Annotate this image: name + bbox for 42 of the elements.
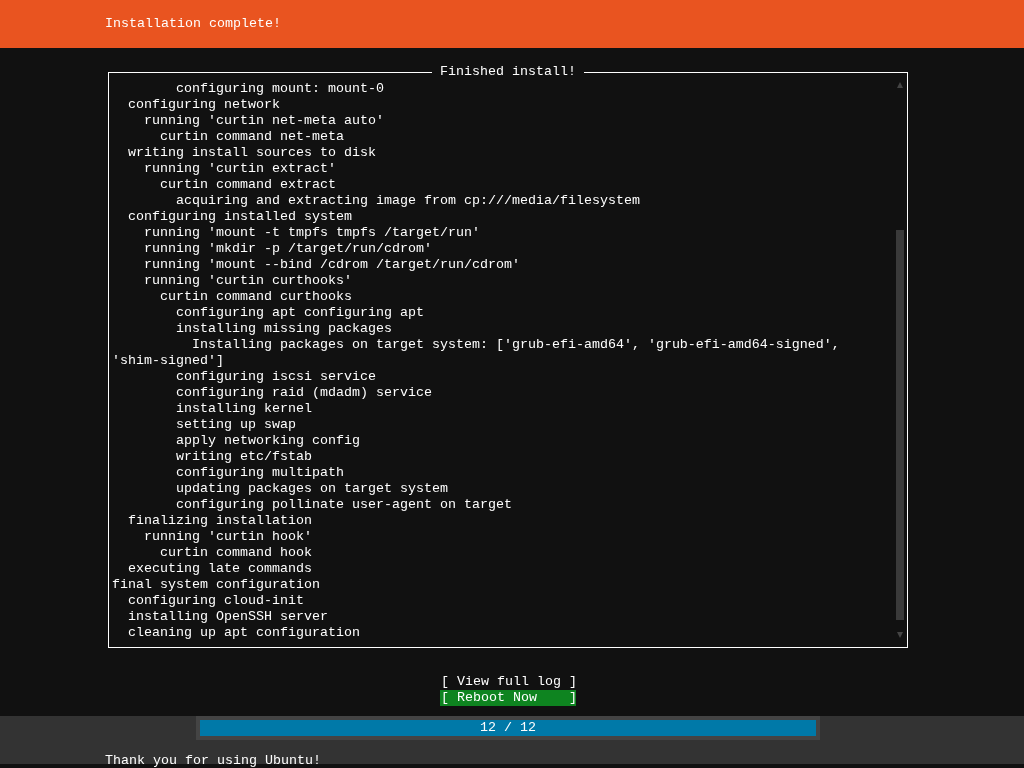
scrollbar[interactable] — [896, 81, 904, 639]
log-line: configuring apt configuring apt — [175, 305, 425, 321]
log-line: configuring pollinate user-agent on target — [175, 497, 513, 513]
log-line: configuring multipath — [175, 465, 345, 481]
log-line: configuring mount: mount-0 — [175, 81, 385, 97]
log-line: configuring iscsi service — [175, 369, 377, 385]
scrollbar-thumb[interactable] — [896, 229, 904, 621]
log-line: running 'curtin extract' — [143, 161, 337, 177]
scroll-up-icon[interactable] — [896, 81, 904, 89]
log-line: running 'curtin curthooks' — [143, 273, 353, 289]
log-line: acquiring and extracting image from cp:///media/filesystem — [175, 193, 641, 209]
log-line: curtin command curthooks — [159, 289, 353, 305]
log-line: running 'mount --bind /cdrom /target/run/cdrom' — [143, 257, 521, 273]
log-line: configuring installed system — [127, 209, 353, 225]
scroll-down-icon[interactable] — [896, 631, 904, 639]
log-line: setting up swap — [175, 417, 297, 433]
log-line: installing OpenSSH server — [127, 609, 329, 625]
log-line: curtin command net-meta — [159, 129, 345, 145]
log-line: running 'curtin hook' — [143, 529, 313, 545]
log-line: running 'mount -t tmpfs tmpfs /target/run' — [143, 225, 481, 241]
log-line: installing missing packages — [175, 321, 393, 337]
log-line: curtin command hook — [159, 545, 313, 561]
footer-text: Thank you for using Ubuntu! — [105, 753, 321, 768]
header-title: Installation complete! — [105, 16, 281, 32]
log-line: configuring network — [127, 97, 281, 113]
log-line: writing etc/fstab — [175, 449, 313, 465]
log-line: configuring raid (mdadm) service — [175, 385, 433, 401]
menu-button[interactable]: [ Reboot Now ] — [440, 690, 576, 706]
log-line: writing install sources to disk — [127, 145, 377, 161]
progress-reading: 12 / 12 — [479, 720, 537, 736]
log-line: running 'curtin net-meta auto' — [143, 113, 385, 129]
log-line: configuring cloud-init — [127, 593, 305, 609]
log-line: curtin command extract — [159, 177, 337, 193]
log-line: running 'mkdir -p /target/run/cdrom' — [143, 241, 433, 257]
log-line: final system configuration — [112, 577, 321, 593]
log-line: apply networking config — [175, 433, 361, 449]
menu-button[interactable]: [ View full log ] — [440, 674, 576, 690]
log-line: executing late commands — [127, 561, 313, 577]
log-line: updating packages on target system — [175, 481, 449, 497]
log-line: installing kernel — [175, 401, 313, 417]
log-line: finalizing installation — [127, 513, 313, 529]
log-line: cleaning up apt configuration — [127, 625, 361, 641]
